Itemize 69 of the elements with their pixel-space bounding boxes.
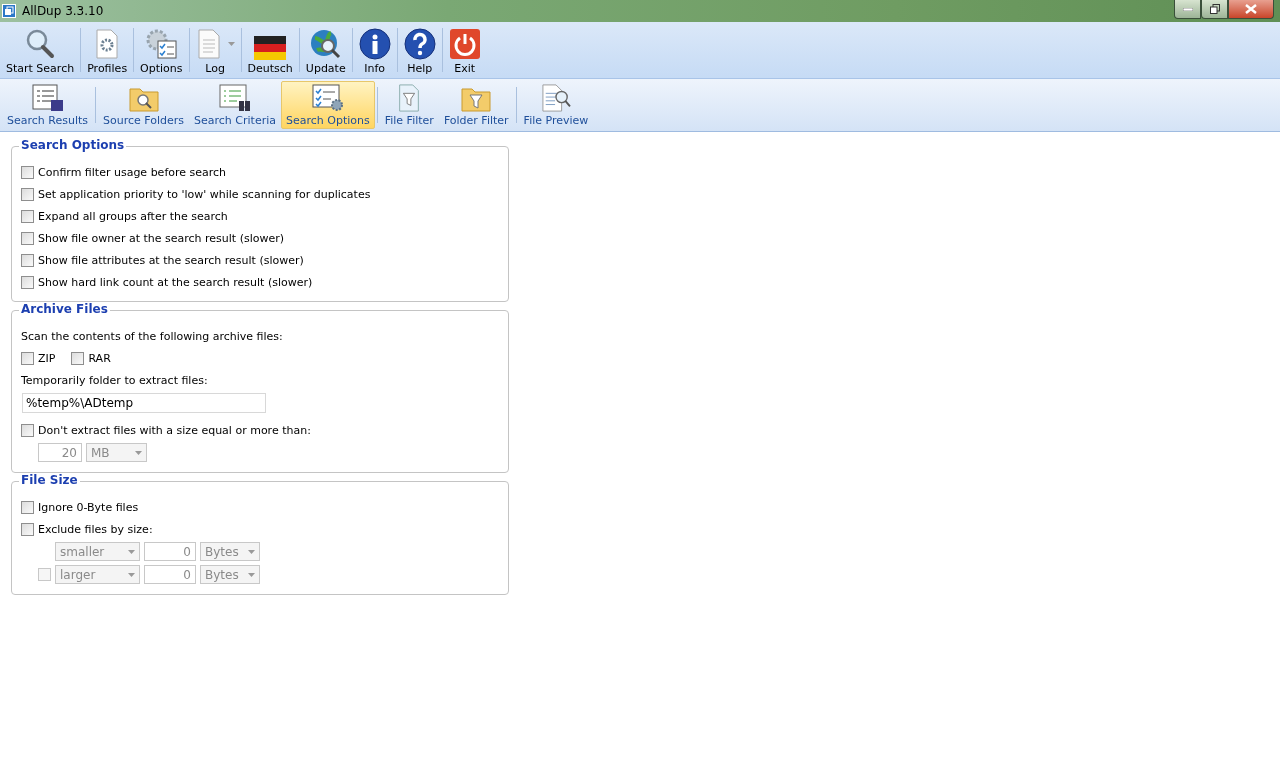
- field-label: Scan the contents of the following archive files:: [21, 329, 283, 343]
- checkbox-label: Ignore 0-Byte files: [38, 500, 139, 514]
- checkbox-label: Show hard link count at the search result (slower): [38, 275, 313, 289]
- globe-magnifier-icon: [308, 28, 343, 60]
- group-title: Archive Files: [19, 302, 110, 316]
- toolbar-button[interactable]: Exit: [444, 22, 485, 78]
- checkbox-label: RAR: [88, 351, 111, 365]
- caret-icon: [128, 549, 135, 554]
- toolbar-button[interactable]: Start Search: [2, 22, 79, 78]
- close-button[interactable]: [1228, 0, 1274, 19]
- tab[interactable]: File Filter: [379, 81, 439, 129]
- checkbox[interactable]: [71, 351, 85, 365]
- caret-icon: [248, 549, 255, 554]
- group-title: Search Options: [19, 138, 127, 152]
- checkbox[interactable]: [21, 187, 34, 201]
- checkbox-label: Exclude files by size:: [38, 522, 153, 536]
- tab[interactable]: Search Options: [281, 81, 375, 129]
- help-icon: [403, 28, 436, 60]
- toolbar-button[interactable]: Help: [399, 22, 440, 78]
- checkbox[interactable]: [21, 275, 34, 289]
- checkbox-label: Show file owner at the search result (slower): [38, 231, 285, 245]
- window-title: AllDup 3.3.10: [22, 4, 104, 18]
- checkbox-label: Confirm filter usage before search: [38, 165, 227, 179]
- app-icon: [2, 4, 16, 18]
- checkbox-label: Show file attributes at the search result (slower): [38, 253, 304, 267]
- close-icon: [1245, 4, 1257, 14]
- checkbox[interactable]: [21, 522, 34, 536]
- toolbar-button[interactable]: Log: [191, 22, 239, 78]
- power-icon: [448, 28, 481, 60]
- checkbox[interactable]: [21, 231, 34, 245]
- magnifier-icon: [24, 28, 57, 60]
- restore-button[interactable]: [1201, 0, 1228, 19]
- gear-checklist-icon: [144, 28, 179, 60]
- restore-icon: [1209, 4, 1220, 14]
- list-binoculars-icon: [219, 84, 251, 112]
- checkbox-label: Set application priority to 'low' while scanning for duplicates: [38, 187, 371, 201]
- toolbar-button[interactable]: Options: [136, 22, 187, 78]
- caret-icon: [135, 450, 142, 455]
- tab[interactable]: File Preview: [518, 81, 594, 129]
- caret-icon: [128, 572, 135, 577]
- document-funnel-icon: [397, 84, 422, 112]
- tab[interactable]: Search Results: [2, 81, 93, 129]
- checkbox[interactable]: [21, 165, 34, 179]
- checkbox[interactable]: [21, 253, 34, 267]
- tab[interactable]: Search Criteria: [189, 81, 281, 129]
- toolbar-button[interactable]: Info: [354, 22, 395, 78]
- checklist-gear-icon: [311, 84, 344, 112]
- minimize-button[interactable]: [1174, 0, 1201, 19]
- minimize-icon: [1182, 7, 1193, 11]
- folder-input[interactable]: %temp%\ADtemp: [22, 393, 266, 413]
- checkbox[interactable]: [21, 351, 34, 365]
- checkbox-label: ZIP: [38, 351, 56, 365]
- document-icon: [195, 28, 222, 60]
- toolbar-button[interactable]: Profiles: [83, 22, 132, 78]
- toolbar-button[interactable]: Update: [301, 22, 350, 78]
- group-title: File Size: [19, 473, 80, 487]
- checkbox-label: Don't extract files with a size equal or more than:: [38, 423, 311, 437]
- flag-icon: [254, 36, 287, 60]
- checkbox[interactable]: [21, 500, 34, 514]
- document-magnifier-icon: [539, 84, 572, 112]
- toolbar-button[interactable]: Deutsch: [243, 22, 297, 78]
- list-disk-icon: [31, 84, 64, 112]
- info-icon: [358, 28, 391, 60]
- field-label: Temporarily folder to extract files:: [21, 373, 208, 387]
- caret-icon: [248, 572, 255, 577]
- checkbox[interactable]: [21, 209, 34, 223]
- tab[interactable]: Folder Filter: [438, 81, 514, 129]
- checkbox-label: Expand all groups after the search: [38, 209, 228, 223]
- tab[interactable]: Source Folders: [98, 81, 190, 129]
